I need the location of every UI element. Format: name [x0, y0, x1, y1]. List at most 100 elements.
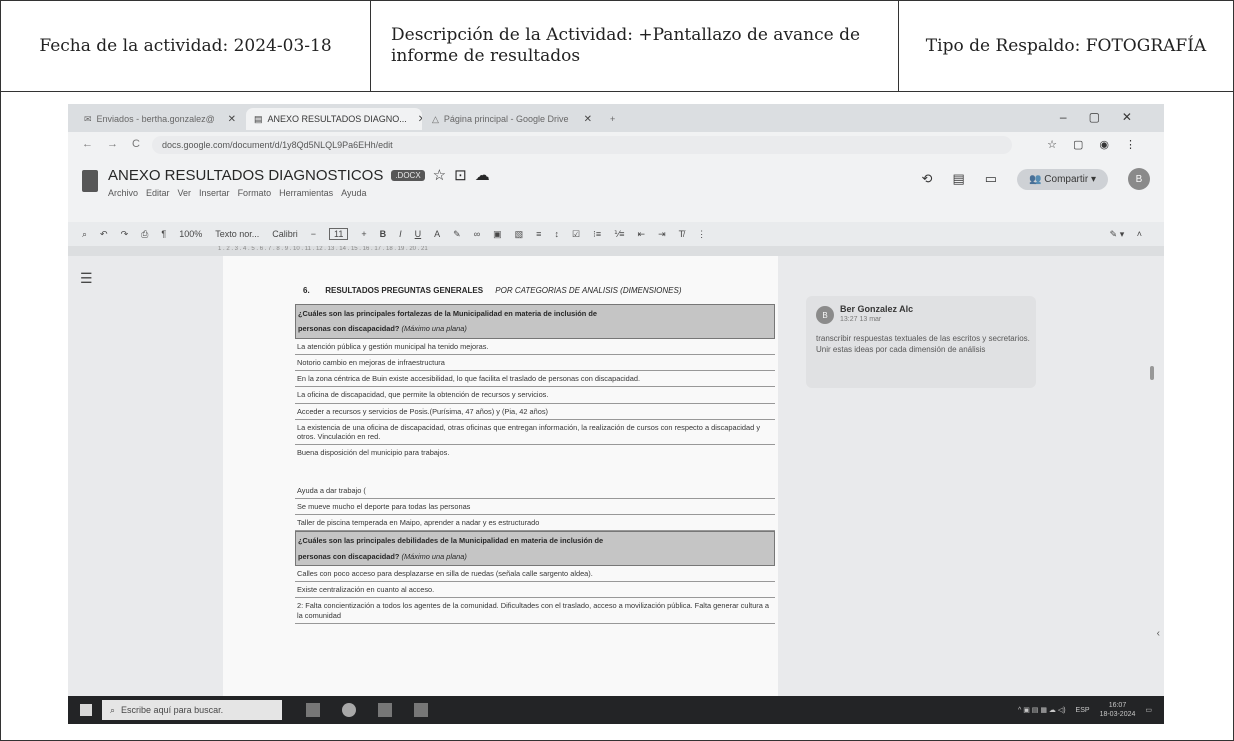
address-bar-row: ←→C docs.google.com/document/d/1y8Qd5NLQ… — [68, 132, 1164, 158]
document-page[interactable]: 6. RESULTADOS PREGUNTAS GENERALES POR CA… — [223, 256, 778, 696]
document-title[interactable]: ANEXO RESULTADOS DIAGNOSTICOS — [108, 167, 383, 184]
answer-row: Buena disposición del municipio para tra… — [297, 448, 450, 458]
font-select[interactable]: Calibri — [272, 229, 298, 239]
app-icon[interactable] — [378, 703, 392, 717]
menu-ver[interactable]: Ver — [178, 188, 192, 198]
backup-type-cell: Tipo de Respaldo: FOTOGRAFÍA — [925, 36, 1207, 56]
link-icon[interactable]: ∞ — [474, 229, 480, 239]
question-text: ¿Cuáles son las principales debilidades … — [298, 536, 604, 546]
nav-buttons[interactable]: ←→C — [82, 138, 154, 150]
cloud-icon: ☁ — [474, 167, 490, 184]
taskbar-search-input[interactable]: ⌕ Escribe aquí para buscar. — [102, 700, 282, 720]
print-icon[interactable]: ⎙ — [141, 229, 148, 240]
answer-row: La existencia de una oficina de discapac… — [295, 420, 775, 446]
comment-avatar: B — [816, 306, 834, 324]
align-icon[interactable]: ≡ — [536, 229, 541, 239]
font-size-field[interactable]: 11 — [329, 228, 349, 240]
close-icon[interactable]: ✕ — [222, 114, 236, 125]
docs-logo-icon[interactable] — [82, 170, 98, 192]
windows-taskbar: ⌕ Escribe aquí para buscar. ^ ▣ ▤ ▦ ☁ ◁)… — [68, 696, 1164, 724]
menu-editar[interactable]: Editar — [146, 188, 170, 198]
url-text: docs.google.com/document/d/1y8Qd5NLQL9Pa… — [162, 140, 393, 150]
avatar[interactable]: B — [1128, 168, 1150, 190]
comment-card[interactable]: B Ber Gonzalez Alc 13:27 13 mar transcri… — [806, 296, 1036, 388]
image-icon[interactable]: ▧ — [515, 229, 524, 240]
browser-icon[interactable] — [342, 703, 356, 717]
zoom-select[interactable]: 100% — [179, 229, 202, 239]
tab-document[interactable]: ▤ ANEXO RESULTADOS DIAGNO... ✕ — [246, 108, 422, 130]
close-icon[interactable]: ✕ — [412, 114, 422, 125]
question-hint: (Máximo una plana) — [401, 551, 467, 561]
document-title-row: ANEXO RESULTADOS DIAGNOSTICOS .DOCX ☆ ⊡ … — [108, 166, 490, 185]
menu-herramientas[interactable]: Herramientas — [279, 188, 333, 198]
more-icon[interactable]: ⋮ — [697, 229, 706, 240]
share-button[interactable]: 👥 Compartir ▾ — [1017, 168, 1108, 190]
blank-row — [295, 461, 775, 483]
text-color-icon[interactable]: A — [434, 229, 440, 239]
language-indicator[interactable]: ESP — [1076, 707, 1090, 714]
taskbar-apps — [306, 703, 428, 717]
url-field[interactable]: docs.google.com/document/d/1y8Qd5NLQL9Pa… — [152, 136, 1012, 154]
menu-ayuda[interactable]: Ayuda — [341, 188, 366, 198]
star-icon[interactable]: ☆ — [433, 166, 446, 184]
undo-icon[interactable]: ↶ — [100, 229, 108, 240]
numbered-list-icon[interactable]: ⅟≡ — [614, 229, 624, 240]
comment-time: 13:27 13 mar — [840, 316, 882, 323]
menu-formato[interactable]: Formato — [238, 188, 272, 198]
answer-row: La oficina de discapacidad, que permite … — [295, 387, 775, 404]
highlight-icon[interactable]: ✎ — [453, 229, 461, 240]
font-size-decrease-icon[interactable]: − — [311, 229, 316, 239]
menu-insertar[interactable]: Insertar — [199, 188, 230, 198]
history-icon[interactable]: ⟲ — [922, 171, 933, 187]
line-spacing-icon[interactable]: ↕ — [554, 229, 559, 239]
close-icon[interactable]: ✕ — [578, 114, 592, 125]
browser-tab-strip: ✉ Enviados - bertha.gonzalez@ ✕ ▤ ANEXO … — [68, 104, 1164, 132]
clock-date: 18-03-2024 — [1099, 711, 1136, 718]
search-icon[interactable]: ⌕ — [82, 229, 87, 240]
new-tab-button[interactable]: + — [602, 108, 626, 130]
tab-gmail[interactable]: ✉ Enviados - bertha.gonzalez@ ✕ — [76, 108, 244, 130]
comment-text: transcribir respuestas textuales de las … — [816, 334, 1030, 354]
redo-icon[interactable]: ↷ — [121, 229, 129, 240]
file-explorer-icon[interactable] — [414, 703, 428, 717]
scrollbar-thumb[interactable] — [1150, 366, 1154, 380]
section-number: 6. — [303, 286, 310, 295]
docs-header: ANEXO RESULTADOS DIAGNOSTICOS .DOCX ☆ ⊡ … — [68, 158, 1164, 222]
question-debilidades: ¿Cuáles son las principales debilidades … — [295, 531, 775, 566]
side-panel-toggle-icon[interactable]: ‹ — [1157, 628, 1160, 639]
docs-header-actions: ⟲ ▤ ▭ 👥 Compartir ▾ B — [922, 168, 1150, 190]
section-title: RESULTADOS PREGUNTAS GENERALES — [325, 286, 484, 295]
bullet-list-icon[interactable]: ⁝≡ — [593, 229, 601, 240]
task-view-icon[interactable] — [306, 703, 320, 717]
share-label: Compartir — [1044, 173, 1089, 185]
tab-label: Enviados - bertha.gonzalez@ — [96, 114, 215, 124]
answer-row: Ayuda a dar trabajo ( — [295, 483, 775, 499]
comments-icon[interactable]: ▤ — [952, 171, 964, 187]
tab-drive[interactable]: △ Página principal - Google Drive ✕ — [424, 108, 600, 130]
indent-icon[interactable]: ⇤ — [638, 229, 646, 240]
notification-icon[interactable]: ▭ — [1145, 706, 1152, 714]
italic-icon[interactable]: I — [399, 229, 402, 239]
paint-format-icon[interactable]: ¶ — [161, 229, 166, 239]
clear-format-icon[interactable]: T̸ — [679, 229, 685, 239]
edit-mode-icon[interactable]: ✎ ▾ ˄ — [1110, 229, 1142, 240]
window-controls[interactable]: –▢✕ — [1060, 110, 1154, 124]
style-select[interactable]: Texto nor... — [215, 229, 259, 239]
bold-icon[interactable]: B — [380, 229, 387, 239]
section-subtitle: POR CATEGORIAS DE ANALISIS (DIMENSIONES) — [495, 286, 682, 295]
browser-actions[interactable]: ☆▢◉⋮ — [1047, 138, 1152, 151]
outline-icon[interactable]: ☰ — [80, 270, 93, 287]
clock[interactable]: 16:07 18-03-2024 — [1100, 701, 1136, 719]
outdent-icon[interactable]: ⇥ — [658, 229, 666, 240]
windows-start-icon[interactable] — [80, 704, 92, 716]
comment-add-icon[interactable]: ▣ — [493, 229, 502, 240]
menu-bar: Archivo Editar Ver Insertar Formato Herr… — [108, 188, 366, 198]
underline-icon[interactable]: U — [415, 229, 422, 239]
tray-icons[interactable]: ^ ▣ ▤ ▦ ☁ ◁) — [1018, 706, 1066, 714]
meet-icon[interactable]: ▭ — [985, 171, 997, 187]
checklist-icon[interactable]: ☑ — [572, 229, 580, 240]
menu-archivo[interactable]: Archivo — [108, 188, 138, 198]
folder-icon[interactable]: ⊡ — [454, 166, 467, 184]
font-size-increase-icon[interactable]: + — [361, 229, 366, 239]
answer-row: Acceder a recursos y servicios de Posis.… — [295, 404, 775, 420]
